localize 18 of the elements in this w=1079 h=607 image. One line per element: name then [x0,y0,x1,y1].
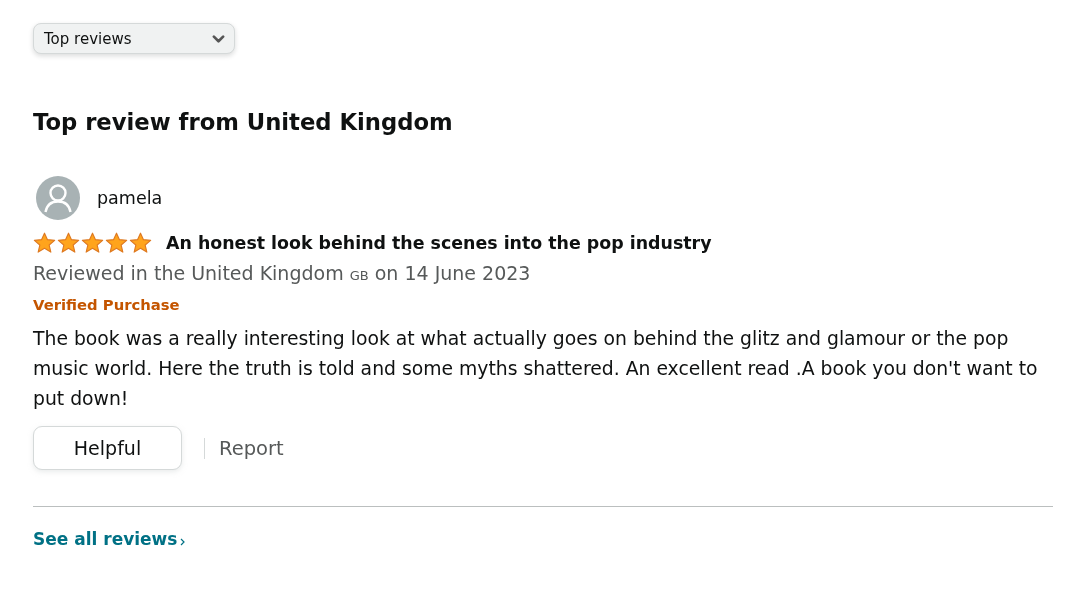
reviewer-name: pamela [97,188,163,208]
verified-purchase-label: Verified Purchase [33,296,180,313]
section-title: Top review from United Kingdom [33,108,453,137]
review-text: The book was a really interesting look at what actually goes on behind the glitz and glamour or the pop music world. Here the truth is told and some myths shattered. An excellent read .A book you don't want to put down! [33,327,1039,411]
star-icon [81,232,104,254]
star-icon [105,232,128,254]
star-icon [57,232,80,254]
sort-dropdown[interactable]: Top reviews [33,23,235,54]
star-icon [33,232,56,254]
report-link[interactable]: Report [219,436,284,460]
chevron-right-icon [180,538,186,546]
helpful-button[interactable]: Helpful [33,426,182,470]
avatar-icon [36,176,80,220]
see-all-reviews-link[interactable]: See all reviews [33,529,186,549]
review-title[interactable]: An honest look behind the scenes into the pop industry [166,233,712,253]
star-icon [129,232,152,254]
chevron-down-icon [212,34,225,43]
review-date: Reviewed in the United Kingdom GB on 14 June 2023 [33,261,531,286]
